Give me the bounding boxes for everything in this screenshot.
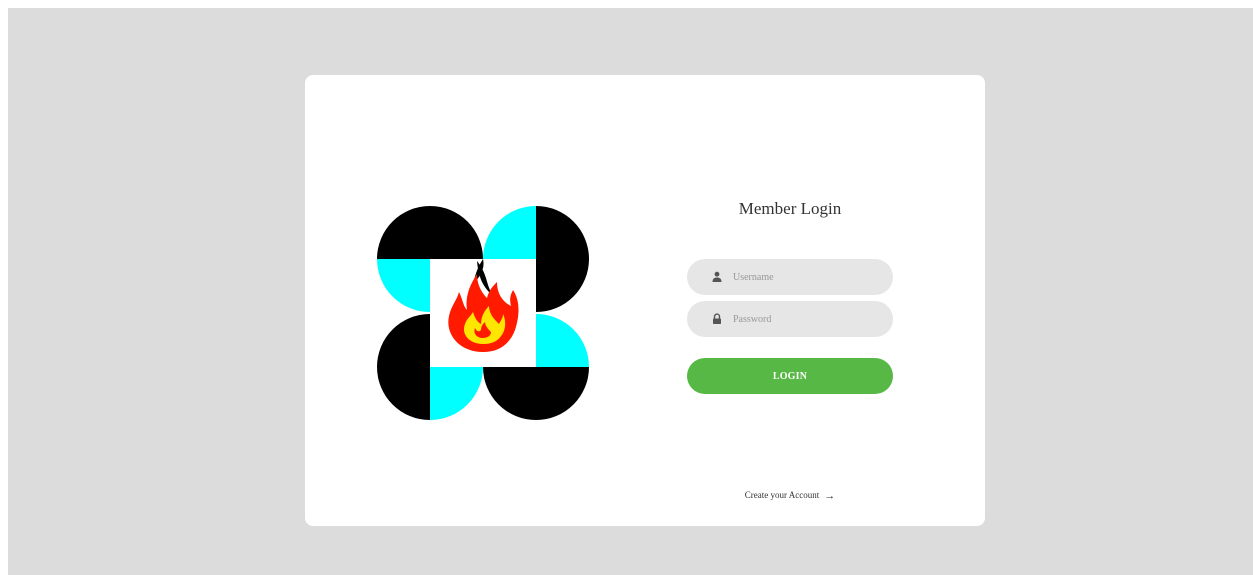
login-card: Member Login LOGIN Create your Account → bbox=[305, 75, 985, 526]
lock-icon bbox=[713, 313, 721, 324]
create-account-link[interactable]: Create your Account → bbox=[687, 490, 893, 502]
create-account-label: Create your Account bbox=[744, 490, 820, 500]
user-icon bbox=[712, 271, 722, 282]
password-field[interactable] bbox=[687, 301, 893, 337]
form-title: Member Login bbox=[738, 199, 842, 218]
username-field[interactable] bbox=[687, 259, 893, 295]
password-input[interactable] bbox=[733, 301, 883, 337]
login-button[interactable]: LOGIN bbox=[687, 358, 893, 394]
username-input[interactable] bbox=[733, 259, 883, 295]
logo-icon bbox=[377, 206, 589, 420]
arrow-right-icon: → bbox=[824, 490, 836, 502]
page-background: Member Login LOGIN Create your Account → bbox=[8, 8, 1253, 575]
